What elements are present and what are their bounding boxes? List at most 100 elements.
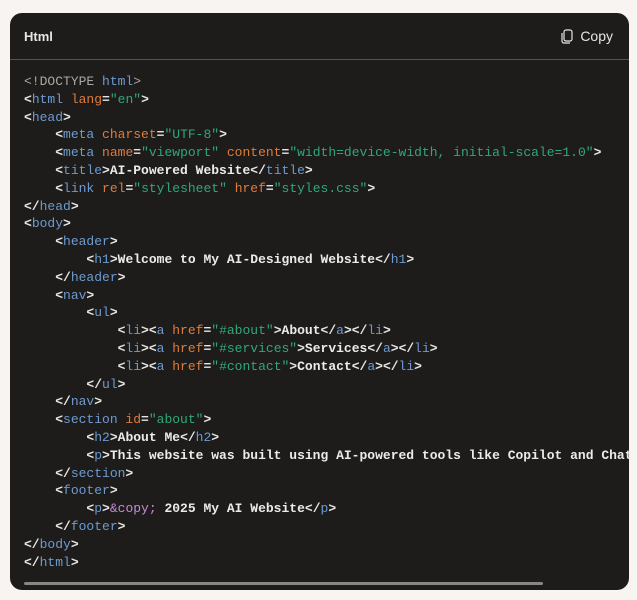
code-token: link (63, 180, 95, 196)
code-token: > (328, 501, 337, 517)
code-token: < (24, 447, 95, 463)
code-token: > (211, 429, 220, 445)
code-token: p (94, 447, 103, 463)
code-token: name (94, 145, 134, 161)
code-token: Services (304, 340, 368, 356)
code-token: ></ (343, 323, 368, 339)
code-line: <html lang="en"> (24, 91, 629, 109)
code-token: > (133, 74, 142, 89)
code-token: > (109, 234, 118, 250)
code-token: li (367, 323, 383, 339)
code-line: <!DOCTYPE html> (24, 73, 629, 91)
code-line: <section id="about"> (24, 411, 629, 429)
copy-button[interactable]: Copy (561, 28, 613, 44)
code-token: rel (94, 180, 126, 196)
code-token: html (31, 91, 64, 107)
code-line: </header> (24, 269, 629, 287)
code-token: </ (250, 162, 266, 178)
code-token: Contact (297, 358, 352, 374)
code-token: href (164, 358, 204, 374)
code-token: </ (24, 518, 71, 534)
code-token: >< (141, 323, 157, 339)
code-token: "UTF-8" (164, 127, 220, 143)
code-line: </html> (24, 554, 629, 572)
code-token: </ (180, 429, 196, 445)
code-token: >< (141, 358, 157, 374)
code-token: meta (63, 127, 95, 143)
code-token: < (24, 91, 32, 107)
code-token: > (102, 162, 110, 178)
code-token: </ (320, 323, 337, 339)
code-token: > (109, 483, 118, 499)
code-token: html (39, 554, 71, 570)
code-token: > (94, 394, 103, 410)
code-token: "#contact" (211, 358, 290, 374)
code-token: section (63, 412, 118, 428)
code-token: < (24, 429, 95, 445)
code-line: <nav> (24, 287, 629, 305)
code-token: </ (24, 376, 103, 392)
code-token: html (102, 74, 134, 89)
code-content[interactable]: <!DOCTYPE html> <html lang="en"> <head> <m… (24, 73, 629, 571)
code-token: "styles.css" (273, 180, 368, 196)
code-token: </ (367, 340, 383, 356)
code-token: > (414, 358, 422, 374)
code-token: h1 (94, 251, 110, 267)
code-token: > (70, 554, 79, 570)
code-token: nav (70, 394, 95, 410)
code-token: lang (63, 91, 103, 107)
code-token: > (382, 323, 391, 339)
code-token: > (203, 412, 212, 428)
code-token: < (24, 340, 126, 356)
code-token: </ (24, 465, 71, 481)
code-token: > (367, 180, 376, 196)
code-token: "viewport" (141, 145, 220, 161)
horizontal-scrollbar[interactable] (24, 582, 543, 585)
code-token: "stylesheet" (133, 180, 227, 196)
code-line: </section> (24, 465, 629, 483)
code-token: a (367, 358, 376, 374)
code-token: = (102, 91, 110, 107)
code-token: </ (24, 554, 40, 570)
code-line: <li><a href="#contact">Contact</a></li> (24, 358, 629, 376)
code-line: <meta charset="UTF-8"> (24, 126, 629, 144)
code-token: li (125, 323, 142, 339)
code-line: <body> (24, 215, 629, 233)
code-token: < (24, 145, 64, 161)
code-token: > (297, 340, 305, 356)
code-token: < (24, 127, 64, 143)
code-token: "#about" (211, 323, 274, 339)
code-token: header (70, 269, 118, 285)
code-token: </ (375, 251, 391, 267)
code-token: > (109, 251, 118, 267)
code-token: section (70, 465, 126, 481)
code-token: </ (24, 394, 71, 410)
code-token: "en" (109, 91, 142, 107)
code-token: > (117, 269, 126, 285)
code-line: <p>&copy; 2025 My AI Website</p> (24, 500, 629, 518)
code-token: > (70, 198, 79, 214)
code-token: > (593, 145, 602, 161)
code-token: This website was built using AI-powered … (109, 447, 629, 463)
code-token: li (125, 358, 142, 374)
code-token: > (289, 358, 298, 374)
code-block-header: Html Copy (10, 13, 629, 60)
code-token: <!DOCTYPE (24, 74, 103, 89)
code-token: header (63, 234, 110, 250)
code-token: < (24, 234, 64, 250)
code-line: </ul> (24, 376, 629, 394)
code-line: <ul> (24, 304, 629, 322)
code-block: Html Copy <!DOCTYPE html> <html lang="en"… (10, 13, 629, 590)
code-token: ></ (375, 358, 399, 374)
code-token: </ (24, 536, 40, 552)
code-token: < (24, 412, 64, 428)
code-token: "width=device-width, initial-scale=1.0" (289, 145, 594, 161)
code-token: footer (63, 483, 110, 499)
code-token: = (133, 145, 142, 161)
language-label: Html (24, 28, 53, 44)
code-line: <h1>Welcome to My AI-Designed Website</h… (24, 251, 629, 269)
code-line: </nav> (24, 393, 629, 411)
code-line: <h2>About Me</h2> (24, 429, 629, 447)
code-token: About Me (117, 429, 181, 445)
code-token: Welcome to My AI-Designed Website (117, 251, 376, 267)
